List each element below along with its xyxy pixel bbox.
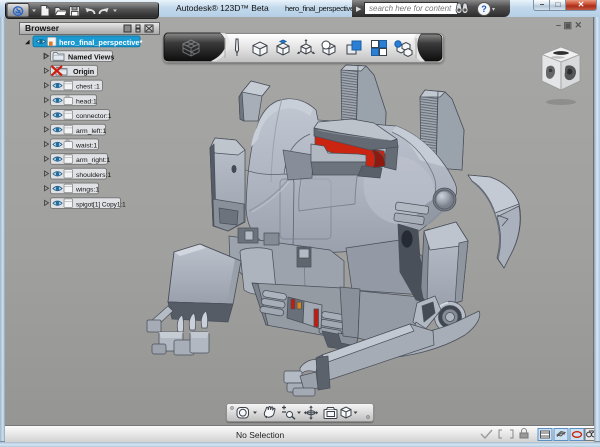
svg-text:shoulders:1: shoulders:1 — [76, 172, 111, 179]
svg-text:Origin: Origin — [73, 67, 94, 76]
svg-text:head:1: head:1 — [76, 98, 97, 105]
svg-text:hero_final_perspective*: hero_final_perspective* — [59, 38, 143, 47]
svg-text:wings:1: wings:1 — [75, 187, 99, 194]
svg-text:waist:1: waist:1 — [75, 143, 97, 150]
svg-text:spigot[1] Copy1:1: spigot[1] Copy1:1 — [76, 201, 126, 208]
svg-text:chest :1: chest :1 — [76, 84, 100, 91]
svg-text:arm_right:1: arm_right:1 — [76, 157, 111, 164]
svg-text:connector:1: connector:1 — [76, 113, 112, 120]
svg-text:Named Views: Named Views — [68, 52, 114, 61]
svg-text:arm_left:1: arm_left:1 — [76, 128, 106, 135]
